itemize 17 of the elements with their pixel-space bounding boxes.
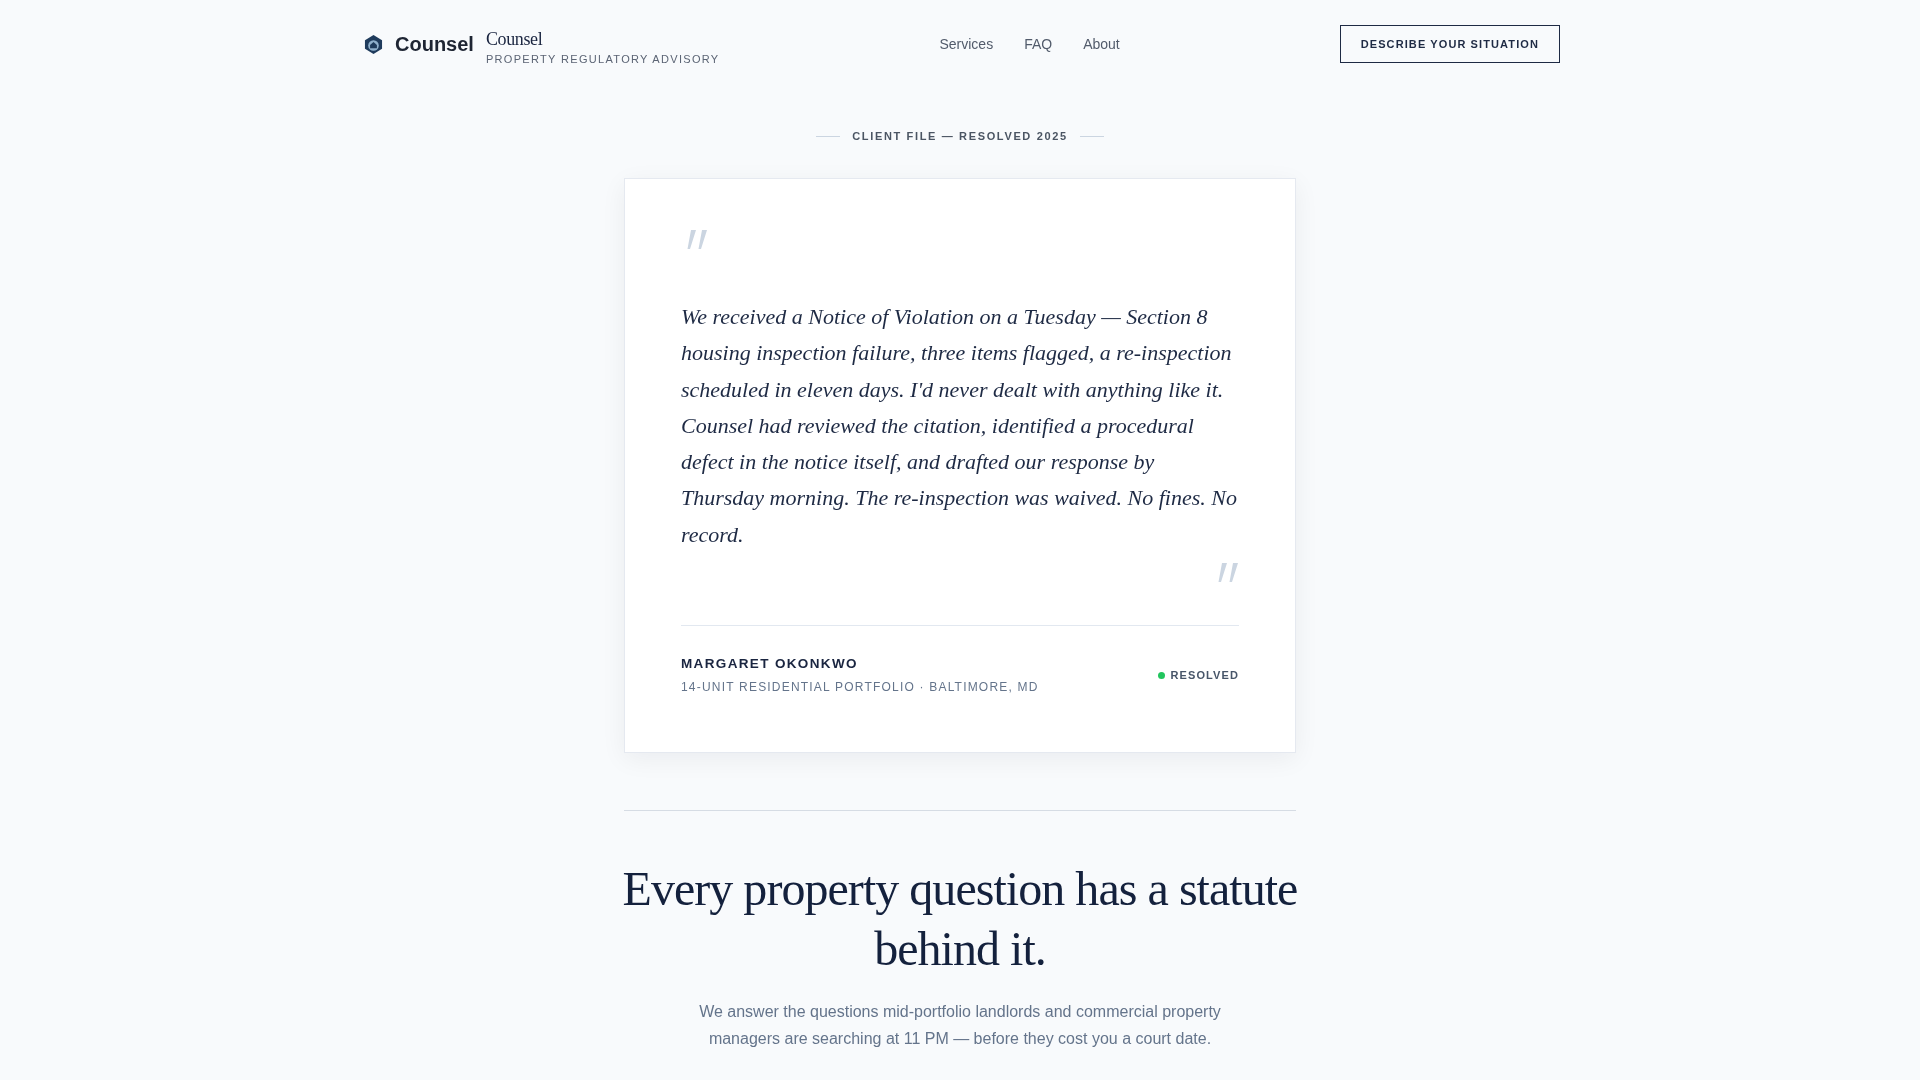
author-details: 14-UNIT RESIDENTIAL PORTFOLIO · BALTIMORE, MD [681,679,1039,696]
section-heading: Every property question has a statute behind it. [621,861,1299,978]
status-label: RESOLVED [1170,668,1239,683]
cta-button[interactable]: DESCRIBE YOUR SITUATION [1339,25,1560,63]
eyebrow-label: CLIENT FILE — RESOLVED 2025 [852,129,1068,144]
quote-text: We received a Notice of Violation on a Tuesday — Section 8 housing inspection failure, three items flagged, a re-inspection scheduled in eleven days. I'd never dealt with anything like it. Counsel had reviewed the citation, identified a procedural defect in the notice itself, and drafted our response by Thursday morning. The re-inspection was waived. No fines. No record. [681,303,1238,549]
quote-mark-icon [1217,563,1239,583]
quote-mark-icon [686,230,708,249]
nav-link[interactable]: Services [939,35,994,53]
section-text: We answer the questions mid-portfolio landlords and commercial property managers are searching at 11 PM — before they cost you a court date. [698,1002,1222,1050]
brand-tagline: PROPERTY REGULATORY ADVISORY [485,52,720,67]
nav-link[interactable]: FAQ [1024,35,1053,53]
house-icon [364,33,383,55]
brand-name: Counsel [395,32,474,56]
author-name: MARGARET OKONKWO [681,655,859,674]
brand-wordmark: Counsel [485,29,544,49]
nav-link[interactable]: About [1083,35,1120,53]
